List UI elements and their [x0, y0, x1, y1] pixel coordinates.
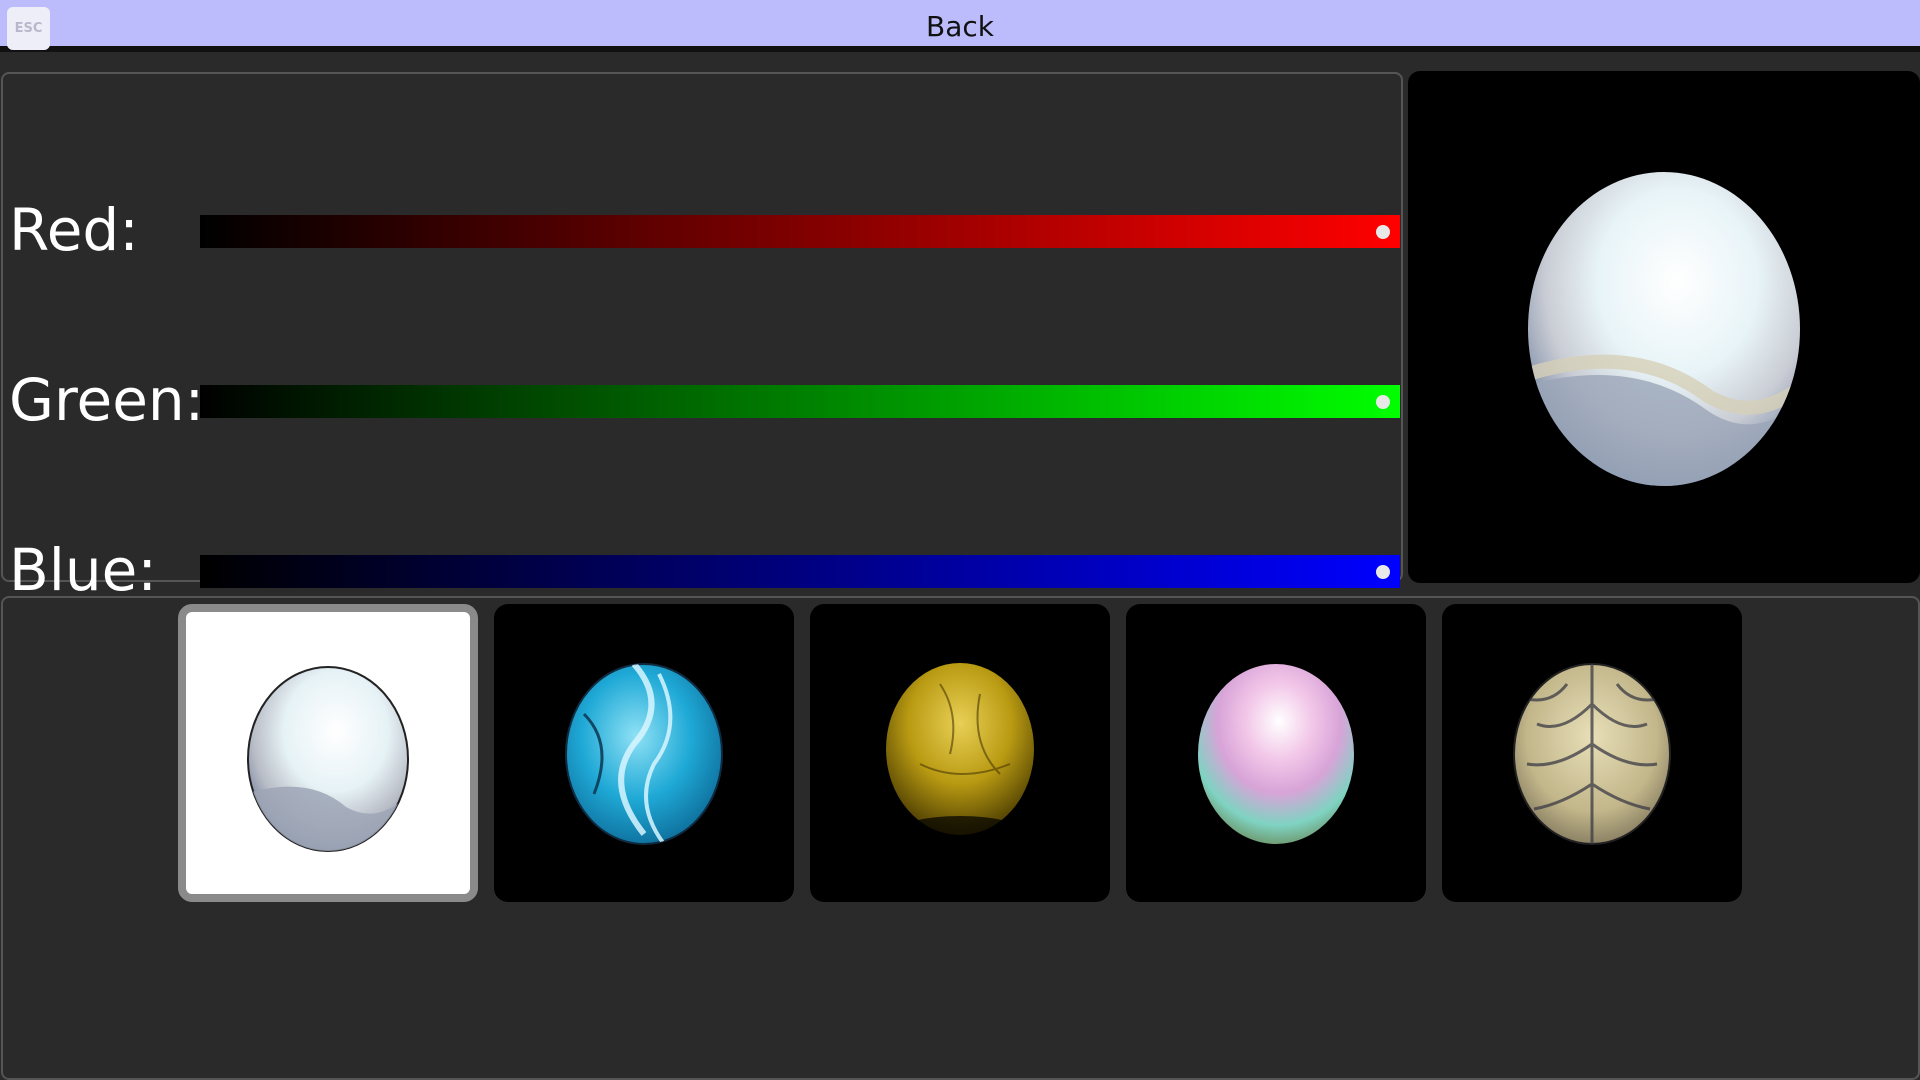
preview-ball-icon	[1528, 172, 1800, 486]
material-gold[interactable]	[810, 604, 1110, 902]
material-wood[interactable]	[1442, 604, 1742, 902]
back-button[interactable]: Back	[860, 0, 1060, 52]
pearl-ball-icon	[247, 666, 409, 852]
slider-row-green: Green:	[3, 360, 1403, 440]
slider-row-red: Red:	[3, 190, 1403, 270]
preview-panel	[1408, 71, 1920, 583]
iridescent-ball-icon	[1198, 664, 1354, 844]
red-slider-handle[interactable]	[1376, 225, 1390, 239]
green-label: Green:	[9, 366, 205, 434]
gold-ball-icon	[886, 663, 1034, 844]
wood-ball-icon	[1513, 663, 1671, 845]
red-label: Red:	[9, 196, 139, 264]
green-slider-handle[interactable]	[1376, 395, 1390, 409]
top-bar: ESC Back	[0, 0, 1920, 52]
blue-marble-ball-icon	[565, 663, 723, 845]
material-blue-marble[interactable]	[494, 604, 794, 902]
green-slider[interactable]	[200, 385, 1400, 418]
material-iridescent[interactable]	[1126, 604, 1426, 902]
red-slider[interactable]	[200, 215, 1400, 248]
material-pearl[interactable]	[178, 604, 478, 902]
color-sliders-panel: Red: Green: Blue:	[1, 72, 1403, 604]
esc-button[interactable]: ESC	[7, 7, 50, 50]
blue-slider[interactable]	[200, 555, 1400, 588]
blue-slider-handle[interactable]	[1376, 565, 1390, 579]
